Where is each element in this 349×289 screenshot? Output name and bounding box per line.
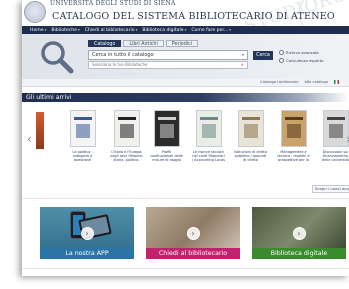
site-title[interactable]: CATALOGO DEL SISTEMA BIBLIOTECARIO DI AT…: [52, 11, 335, 22]
traditional-catalog-link[interactable]: Catalogo tradizionale: [260, 80, 298, 84]
clear-icon[interactable]: ×: [241, 62, 244, 68]
tile-app[interactable]: › La nostra APP: [40, 207, 134, 259]
book-cover-band: [241, 117, 260, 120]
nav-come-fare[interactable]: Come fare per...▾: [191, 28, 231, 33]
book-card[interactable]: La politica : categorie e questione: [66, 110, 99, 162]
nav-chiedi[interactable]: Chiedi al bibliotecario▾: [85, 28, 138, 33]
university-name: UNIVERSITÀ DEGLI STUDI DI SIENA: [50, 0, 176, 7]
tab-libri-antichi[interactable]: Libri Antichi: [123, 40, 164, 47]
chevron-right-icon: ›: [292, 227, 306, 240]
book-title[interactable]: Istituzioni di diritto pubblico / appunt…: [234, 150, 267, 162]
divider: [22, 198, 349, 199]
book-cover[interactable]: [280, 110, 307, 147]
help-icon: [279, 58, 284, 63]
book-title[interactable]: Le riserve lacustri nei conti finanziari…: [192, 150, 225, 162]
alfa-catalog-link[interactable]: Alfa catalogo: [304, 80, 328, 84]
footer-divider: [22, 268, 349, 269]
new-arrivals-heading: Gli ultimi arrivi: [22, 93, 349, 102]
book-cover[interactable]: [195, 110, 222, 147]
advanced-search-icon: [279, 50, 284, 55]
book-cover-art: [119, 124, 134, 138]
book-cover-art: [159, 124, 174, 138]
chevron-down-icon: ▾: [184, 27, 187, 32]
book-cover[interactable]: [69, 110, 96, 147]
book-card[interactable]: Discussioni sul finanziamento delle univ…: [319, 110, 349, 162]
book-cover-art: [75, 124, 90, 138]
book-card[interactable]: Le riserve lacustri nei conti finanziari…: [192, 110, 225, 162]
book-cover[interactable]: [113, 110, 140, 147]
tile-biblioteca-digitale[interactable]: › Biblioteca digitale: [252, 207, 346, 259]
chevron-down-icon: ▾: [135, 27, 138, 32]
book-cover-band: [73, 117, 92, 120]
book-cover-art: [201, 124, 216, 138]
book-title[interactable]: Profili costituzionali delle misure di r…: [150, 150, 183, 162]
book-cover-band: [157, 117, 176, 120]
book-cover-band: [326, 117, 345, 120]
secondary-links-bar: Catalogo tradizionale Alfa catalogo: [22, 79, 349, 87]
advanced-search-link[interactable]: Ricerca avanzata: [279, 50, 324, 55]
italian-flag-icon[interactable]: [334, 80, 339, 84]
chevron-down-icon: ▾: [77, 27, 80, 32]
book-title[interactable]: Management e tecnica : modelli e prospet…: [277, 150, 310, 162]
new-arrivals-carousel: ‹ La politica : categorie e questione L'I…: [22, 108, 349, 178]
chevron-down-icon: ▾: [229, 27, 231, 32]
nav-home[interactable]: Home▾: [30, 28, 46, 33]
book-cover-band: [199, 117, 218, 120]
chevron-down-icon: ▾: [241, 52, 244, 57]
library-filter-field[interactable]: Seleziona le tue Biblioteche ×: [88, 61, 248, 69]
university-seal-logo[interactable]: [24, 1, 46, 23]
book-cover-partial[interactable]: [36, 112, 44, 149]
chevron-down-icon: ▾: [44, 27, 47, 32]
book-cover-art: [328, 124, 343, 138]
advanced-search-links: Ricerca avanzata Consulenza esperto: [279, 50, 324, 66]
tile-digitale-label: Biblioteca digitale: [252, 248, 346, 259]
book-cover-art: [243, 124, 258, 138]
catalog-homepage: STUDIORUM UNIVERSITÀ DEGLI STUDI DI SIEN…: [22, 0, 349, 276]
book-title[interactable]: L'Italia e l'Europa negli anni Ottanta: …: [110, 150, 143, 162]
discover-new-acquisitions-button[interactable]: Scopri i nuovi acquisti: [312, 185, 349, 193]
search-panel: Catalogo Libri Antichi Periodici Cerca i…: [22, 34, 349, 79]
book-card[interactable]: Profili costituzionali delle misure di r…: [150, 110, 183, 162]
book-cover-art: [286, 124, 301, 138]
expert-help-link[interactable]: Consulenza esperto: [279, 58, 324, 63]
nav-biblioteca-digitale[interactable]: Biblioteca digitale▾: [142, 28, 186, 33]
tile-app-label: La nostra APP: [40, 248, 134, 259]
book-card[interactable]: L'Italia e l'Europa negli anni Ottanta: …: [110, 110, 143, 162]
book-title[interactable]: La politica : categorie e questione: [66, 150, 99, 162]
tab-periodici[interactable]: Periodici: [165, 40, 199, 47]
search-input[interactable]: Cerca in tutto il catalogo ▾: [88, 50, 248, 60]
carousel-prev-arrow-icon[interactable]: ‹: [27, 132, 32, 146]
nav-biblioteche[interactable]: Biblioteche▾: [51, 28, 79, 33]
search-submit-button[interactable]: Cerca: [253, 51, 273, 60]
book-cover[interactable]: [153, 110, 180, 147]
book-cover[interactable]: [322, 110, 349, 147]
tile-chiedi-bibliotecario[interactable]: › Chiedi al bibliotecario: [146, 207, 240, 259]
book-cover[interactable]: [237, 110, 264, 147]
site-header: STUDIORUM UNIVERSITÀ DEGLI STUDI DI SIEN…: [22, 0, 349, 44]
book-title[interactable]: Discussioni sul finanziamento delle univ…: [319, 150, 349, 162]
tab-catalogo[interactable]: Catalogo: [88, 40, 122, 47]
search-magnifier-icon: [41, 41, 74, 74]
book-cover-band: [284, 117, 303, 120]
main-navbar: Home▾ Biblioteche▾ Chiedi al bibliotecar…: [22, 26, 349, 34]
book-card[interactable]: Management e tecnica : modelli e prospet…: [277, 110, 310, 162]
book-cover-band: [117, 117, 136, 120]
search-tabs: Catalogo Libri Antichi Periodici: [88, 40, 199, 47]
tile-chiedi-label: Chiedi al bibliotecario: [146, 248, 240, 259]
book-card[interactable]: Istituzioni di diritto pubblico / appunt…: [234, 110, 267, 162]
chevron-right-icon: ›: [80, 227, 94, 240]
chevron-right-icon: ›: [186, 227, 200, 240]
